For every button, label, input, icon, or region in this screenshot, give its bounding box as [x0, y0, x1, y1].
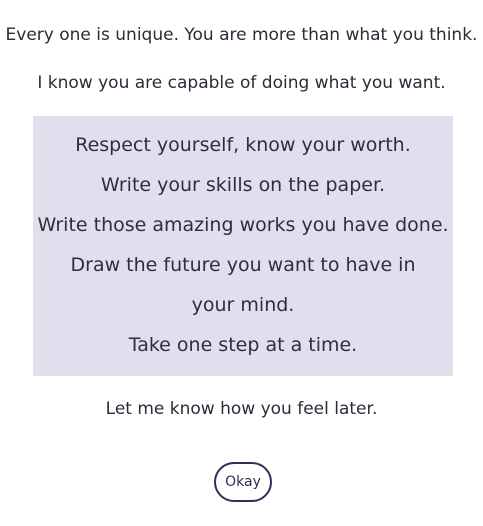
advice-card: Respect yourself, know your worth. Write… — [33, 116, 453, 376]
intro-line-1: Every one is unique. You are more than w… — [5, 25, 478, 45]
advice-line-step: Take one step at a time. — [128, 334, 358, 356]
advice-line-respect: Respect yourself, know your worth. — [75, 134, 411, 156]
message-page: Every one is unique. You are more than w… — [0, 0, 483, 526]
closing-message: Let me know how you feel later. — [105, 399, 378, 419]
advice-line-works: Write those amazing works you have done. — [37, 214, 449, 236]
intro-line-2: I know you are capable of doing what you… — [37, 73, 446, 93]
advice-line-skills: Write your skills on the paper. — [100, 174, 386, 196]
advice-line-future: Draw the future you want to have in your… — [70, 254, 416, 316]
okay-button[interactable]: Okay — [214, 462, 272, 502]
